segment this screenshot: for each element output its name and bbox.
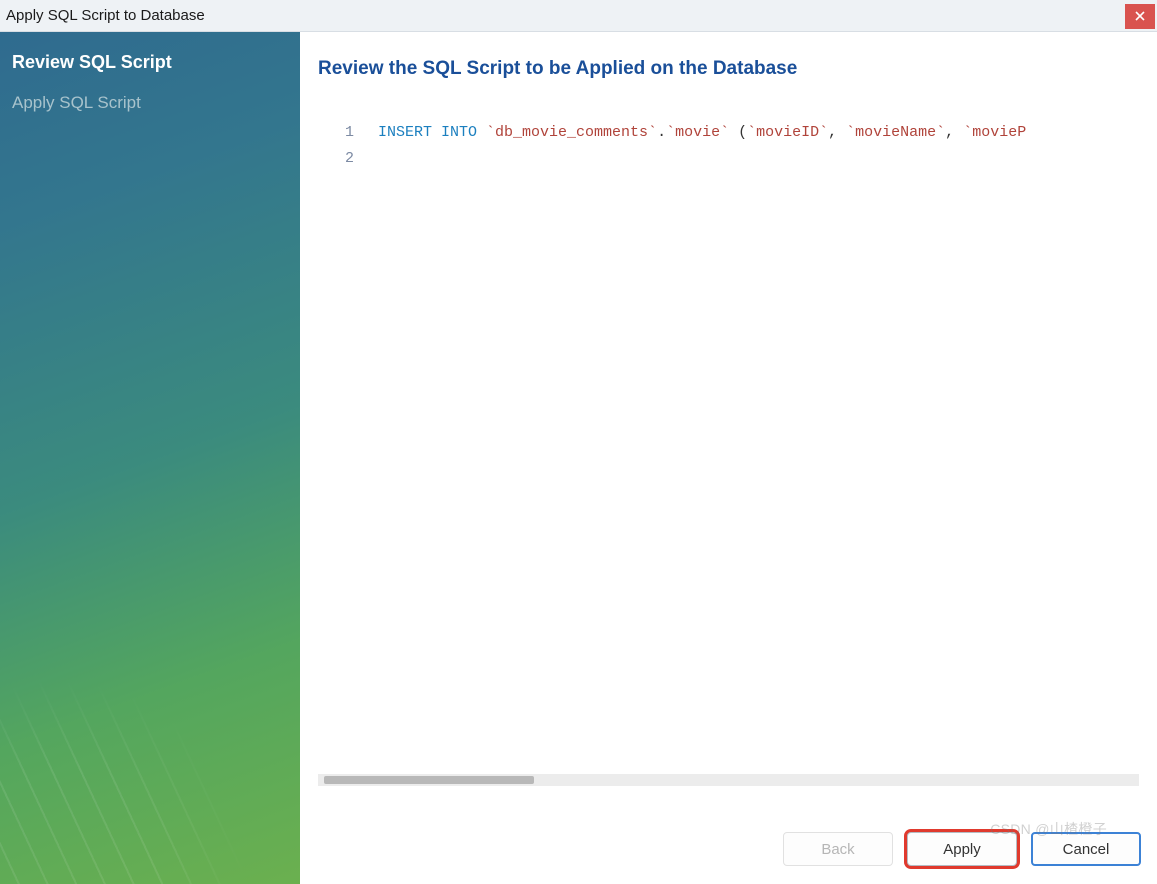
code-token: `movieName`	[846, 124, 945, 141]
window-title: Apply SQL Script to Database	[6, 7, 205, 24]
step-apply-sql-script[interactable]: Apply SQL Script	[0, 83, 300, 123]
code-token: .	[657, 124, 666, 141]
code-token: ,	[828, 124, 846, 141]
wizard-button-row: Back Apply Cancel CSDN @山楂橙子	[300, 792, 1157, 884]
cancel-button[interactable]: Cancel	[1031, 832, 1141, 866]
main-area: Review SQL Script Apply SQL Script Revie…	[0, 32, 1157, 884]
back-button[interactable]: Back	[783, 832, 893, 866]
wizard-sidebar: Review SQL Script Apply SQL Script	[0, 32, 300, 884]
sql-editor-hscrollbar-thumb[interactable]	[324, 776, 534, 784]
line-number: 2	[318, 146, 354, 172]
line-number: 1	[318, 120, 354, 146]
close-button[interactable]	[1125, 4, 1155, 29]
titlebar: Apply SQL Script to Database	[0, 0, 1157, 32]
code-token: `movieP	[963, 124, 1026, 141]
code-line[interactable]: INSERT INTO `db_movie_comments`.`movie` …	[378, 120, 1139, 146]
content-panel: Review the SQL Script to be Applied on t…	[300, 32, 1157, 884]
apply-button[interactable]: Apply	[907, 832, 1017, 866]
sql-editor-hscrollbar[interactable]	[318, 774, 1139, 786]
code-line[interactable]	[378, 146, 1139, 172]
code-token: (	[729, 124, 747, 141]
sql-editor[interactable]: 12 INSERT INTO `db_movie_comments`.`movi…	[318, 120, 1139, 770]
sql-editor-code[interactable]: INSERT INTO `db_movie_comments`.`movie` …	[378, 120, 1139, 770]
code-token: `db_movie_comments`	[486, 124, 657, 141]
code-token: INSERT INTO	[378, 124, 486, 141]
sql-editor-gutter: 12	[318, 120, 378, 770]
code-token: `movie`	[666, 124, 729, 141]
code-token: ,	[945, 124, 963, 141]
step-review-sql-script[interactable]: Review SQL Script	[0, 42, 300, 83]
code-token: `movieID`	[747, 124, 828, 141]
close-icon	[1135, 11, 1145, 21]
page-heading: Review the SQL Script to be Applied on t…	[300, 32, 1157, 90]
